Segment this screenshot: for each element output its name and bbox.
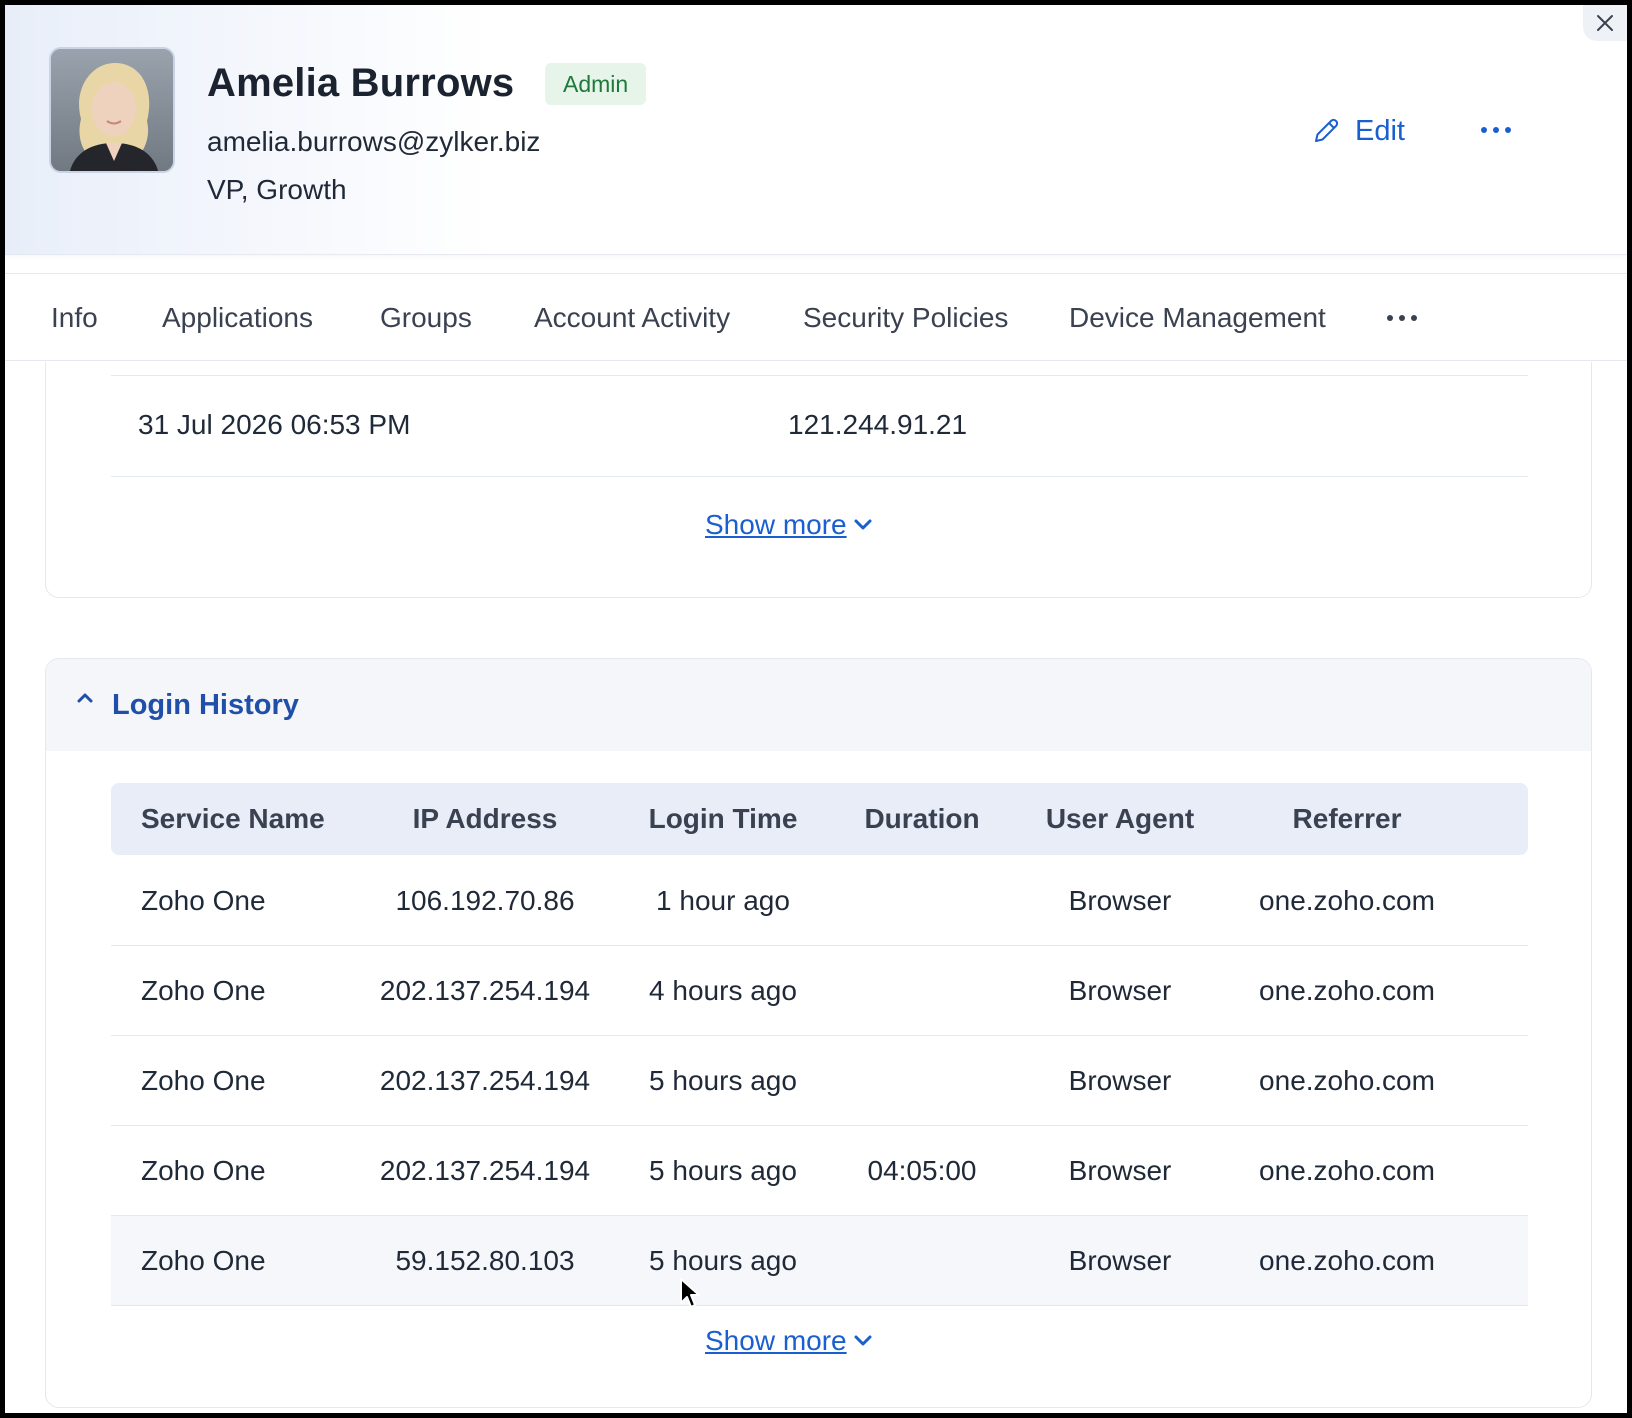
cell-referrer: one.zoho.com [1259,1155,1435,1186]
show-more-label: Show more [705,509,847,540]
more-options-button[interactable] [1471,113,1521,147]
cell-login-time: 1 hour ago [656,885,790,916]
show-more-label: Show more [705,1325,847,1356]
previous-section-card: 31 Jul 2026 06:53 PM 121.244.91.21 Show … [45,362,1592,598]
row-divider [111,375,1528,376]
table-row: Zoho One 202.137.254.194 4 hours ago Bro… [111,946,1528,1036]
more-horizontal-icon [1387,315,1393,321]
user-photo [51,49,173,171]
cell-referrer: one.zoho.com [1259,1245,1435,1276]
more-horizontal-icon [1481,127,1487,133]
edit-button[interactable]: Edit [1311,111,1405,151]
column-header-login-time: Login Time [648,803,798,834]
row-divider [111,476,1528,477]
column-header-user-agent: User Agent [1045,803,1195,834]
previous-row-ip: 121.244.91.21 [788,409,968,440]
cell-ip-address: 106.192.70.86 [395,885,575,916]
table-row: Zoho One 59.152.80.103 5 hours ago Brows… [111,1216,1528,1306]
table-row: Zoho One 106.192.70.86 1 hour ago Browse… [111,856,1528,946]
table-row: Zoho One 202.137.254.194 5 hours ago 04:… [111,1126,1528,1216]
cell-ip-address: 202.137.254.194 [379,975,591,1006]
previous-row-time: 31 Jul 2026 06:53 PM [138,409,411,440]
cell-referrer: one.zoho.com [1259,975,1435,1006]
tab-security-policies[interactable]: Security Policies [803,274,1008,362]
cell-login-time: 5 hours ago [649,1155,797,1186]
close-button[interactable] [1583,5,1627,41]
cell-ip-address: 202.137.254.194 [379,1155,591,1186]
cell-service-name: Zoho One [141,1065,266,1096]
chevron-down-icon [854,1335,872,1346]
role-badge: Admin [545,63,647,105]
show-more-link[interactable]: Show more [705,509,873,541]
close-icon [1597,15,1613,31]
cell-service-name: Zoho One [141,885,266,916]
cell-user-agent: Browser [1068,975,1172,1006]
mouse-cursor-icon [680,1278,700,1308]
show-more-link[interactable]: Show more [705,1325,873,1357]
column-header-referrer: Referrer [1292,803,1402,834]
cell-service-name: Zoho One [141,1155,266,1186]
cell-duration: 04:05:00 [867,1155,977,1186]
cell-service-name: Zoho One [141,975,266,1006]
user-job-title: VP, Growth [207,174,347,205]
tab-content: 31 Jul 2026 06:53 PM 121.244.91.21 Show … [5,362,1627,1413]
tab-info[interactable]: Info [51,274,98,362]
login-history-title: Login History [112,688,299,721]
tab-more-button[interactable] [1387,274,1417,362]
pencil-icon [1315,118,1339,142]
login-history-header[interactable]: Login History [46,659,1591,751]
cell-user-agent: Browser [1068,885,1172,916]
edit-label: Edit [1355,114,1405,147]
cell-login-time: 4 hours ago [649,975,797,1006]
table-header: Service Name IP Address Login Time Durat… [111,783,1528,855]
user-email: amelia.burrows@zylker.biz [207,126,541,157]
cell-user-agent: Browser [1068,1245,1172,1276]
login-history-card: Login History Service Name IP Address Lo… [45,658,1592,1408]
column-header-service-name: Service Name [141,803,325,834]
column-header-ip-address: IP Address [412,803,558,834]
user-name: Amelia Burrows [207,61,515,105]
cell-ip-address: 59.152.80.103 [395,1245,575,1276]
tab-bar: Info Applications Groups Account Activit… [5,273,1627,361]
cell-user-agent: Browser [1068,1065,1172,1096]
tab-device-management[interactable]: Device Management [1069,274,1326,362]
cell-referrer: one.zoho.com [1259,885,1435,916]
cell-service-name: Zoho One [141,1245,266,1276]
cell-referrer: one.zoho.com [1259,1065,1435,1096]
tab-groups[interactable]: Groups [380,274,472,362]
column-header-duration: Duration [864,803,980,834]
cell-login-time: 5 hours ago [649,1245,797,1276]
tab-applications[interactable]: Applications [162,274,313,362]
user-details-panel: Amelia Burrows Admin amelia.burrows@zylk… [0,0,1632,1418]
cell-user-agent: Browser [1068,1155,1172,1186]
table-row: Zoho One 202.137.254.194 5 hours ago Bro… [111,1036,1528,1126]
avatar [49,47,175,173]
tab-account-activity[interactable]: Account Activity [534,274,730,362]
chevron-up-icon [77,693,93,703]
profile-header: Amelia Burrows Admin amelia.burrows@zylk… [5,5,1627,255]
cell-ip-address: 202.137.254.194 [379,1065,591,1096]
chevron-down-icon [854,519,872,530]
cell-login-time: 5 hours ago [649,1065,797,1096]
